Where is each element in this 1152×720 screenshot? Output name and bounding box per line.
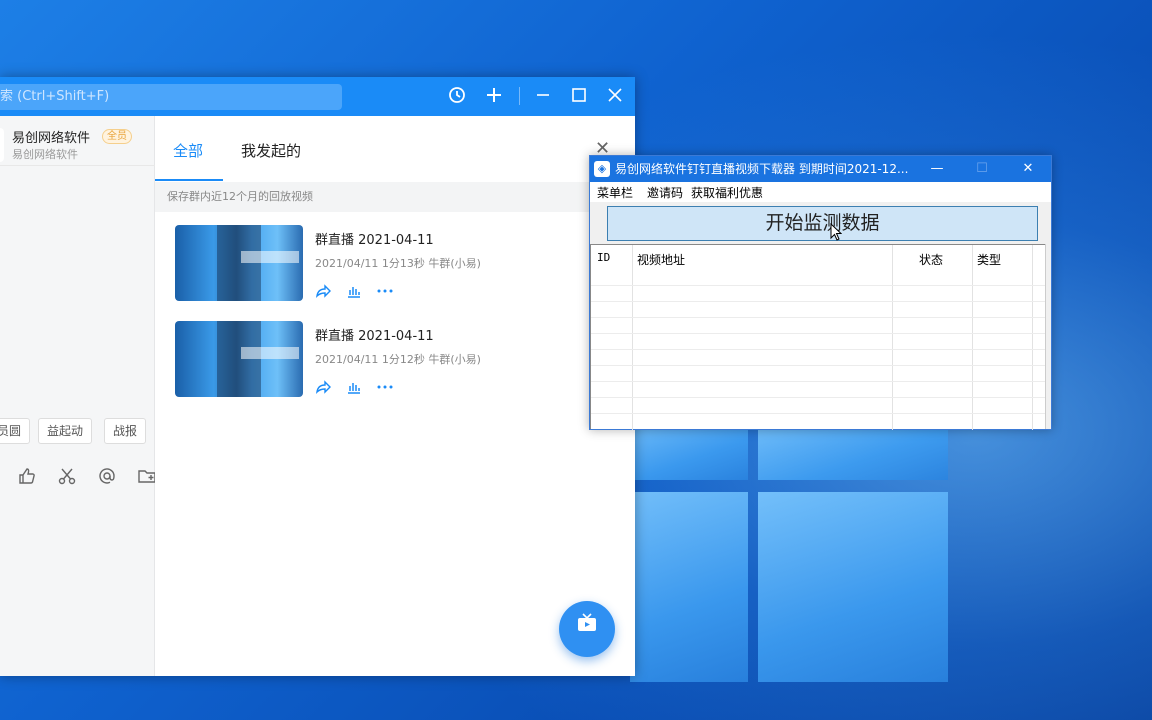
tab-all[interactable]: 全部 bbox=[173, 140, 203, 161]
share-icon[interactable] bbox=[315, 283, 331, 303]
table-scrollbar[interactable] bbox=[1045, 244, 1051, 429]
windows-logo bbox=[630, 420, 960, 682]
history-icon[interactable] bbox=[446, 85, 468, 107]
status-badge: 全员 bbox=[102, 129, 132, 144]
column-header-status[interactable]: 状态 bbox=[919, 251, 943, 268]
list-item[interactable]: 群直播 2021-04-11 2021/04/11 1分12秒 牛群(小易) bbox=[175, 321, 615, 401]
downloader-window: ◈ 易创网络软件钉钉直播视频下载器 到期时间2021-12... — ☐ ✕ 菜… bbox=[589, 155, 1052, 430]
active-tab-indicator bbox=[155, 179, 223, 181]
tab-initiated-by-me[interactable]: 我发起的 bbox=[241, 140, 301, 161]
column-header-url[interactable]: 视频地址 bbox=[637, 251, 685, 268]
list-item[interactable]: 群直播 2021-04-11 2021/04/11 1分13秒 牛群(小易) bbox=[175, 225, 615, 305]
stats-icon[interactable] bbox=[346, 379, 362, 399]
column-header-type[interactable]: 类型 bbox=[977, 251, 1001, 268]
app-logo-icon: ◈ bbox=[594, 161, 610, 177]
video-title: 群直播 2021-04-11 bbox=[315, 329, 434, 344]
more-icon[interactable] bbox=[376, 283, 394, 303]
maximize-icon[interactable] bbox=[568, 85, 590, 107]
thumbs-up-icon[interactable] bbox=[16, 466, 38, 488]
playback-panel: 全部 我发起的 ✕ 保存群内近12个月的回放视频 群直播 2021-04-11 … bbox=[155, 116, 635, 676]
menu-item-invite-code[interactable]: 邀请码 bbox=[647, 184, 683, 201]
stats-icon[interactable] bbox=[346, 283, 362, 303]
dingtalk-window: 索 (Ctrl+Shift+F) 易创网络软件 全员 易创网络软件 员圆 益起动… bbox=[0, 77, 635, 676]
more-icon[interactable] bbox=[376, 379, 394, 399]
video-meta: 2021/04/11 1分12秒 牛群(小易) bbox=[315, 353, 481, 366]
share-icon[interactable] bbox=[315, 379, 331, 399]
avatar bbox=[0, 128, 4, 162]
video-thumbnail[interactable] bbox=[175, 225, 303, 301]
live-tv-button[interactable] bbox=[559, 601, 615, 657]
close-icon[interactable]: ✕ bbox=[1013, 156, 1043, 182]
column-header-id[interactable]: ID bbox=[597, 251, 610, 264]
menu-item-get-benefits[interactable]: 获取福利优惠 bbox=[691, 184, 763, 201]
search-input[interactable]: 索 (Ctrl+Shift+F) bbox=[0, 84, 342, 110]
menu-item-menubar[interactable]: 菜单栏 bbox=[597, 184, 633, 201]
titlebar-divider bbox=[519, 87, 520, 105]
plus-icon[interactable] bbox=[483, 85, 505, 107]
chip-yiqidong[interactable]: 益起动 bbox=[38, 418, 93, 444]
tv-icon bbox=[578, 613, 596, 631]
at-icon[interactable] bbox=[96, 466, 118, 488]
playback-notice: 保存群内近12个月的回放视频 bbox=[155, 182, 635, 212]
menu-bar: 菜单栏 邀请码 获取福利优惠 bbox=[590, 182, 1051, 202]
video-thumbnail[interactable] bbox=[175, 321, 303, 397]
scissors-icon[interactable] bbox=[56, 466, 78, 488]
start-button-label: 开始监测数据 bbox=[765, 212, 880, 234]
contact-subtitle: 易创网络软件 bbox=[12, 148, 78, 161]
dingtalk-titlebar: 索 (Ctrl+Shift+F) bbox=[0, 77, 635, 116]
video-title: 群直播 2021-04-11 bbox=[315, 233, 434, 248]
close-icon[interactable] bbox=[604, 85, 626, 107]
chip-yuanquan[interactable]: 员圆 bbox=[0, 418, 31, 444]
maximize-icon: ☐ bbox=[976, 161, 988, 176]
window-title: 易创网络软件钉钉直播视频下载器 到期时间2021-12... bbox=[615, 162, 909, 176]
conversation-sidebar: 易创网络软件 全员 易创网络软件 员圆 益起动 战报 bbox=[0, 116, 156, 676]
contact-name: 易创网络软件 bbox=[12, 131, 91, 146]
contact-item[interactable]: 易创网络软件 全员 易创网络软件 bbox=[0, 124, 155, 166]
downloader-titlebar: ◈ 易创网络软件钉钉直播视频下载器 到期时间2021-12... — ☐ ✕ bbox=[590, 156, 1051, 182]
video-table[interactable]: ID 视频地址 状态 类型 bbox=[590, 244, 1047, 430]
start-monitoring-button[interactable]: 开始监测数据 bbox=[607, 206, 1038, 241]
minimize-icon[interactable]: — bbox=[922, 156, 952, 182]
minimize-icon[interactable] bbox=[532, 85, 554, 107]
chip-zhanbao[interactable]: 战报 bbox=[104, 418, 147, 444]
video-meta: 2021/04/11 1分13秒 牛群(小易) bbox=[315, 257, 481, 270]
